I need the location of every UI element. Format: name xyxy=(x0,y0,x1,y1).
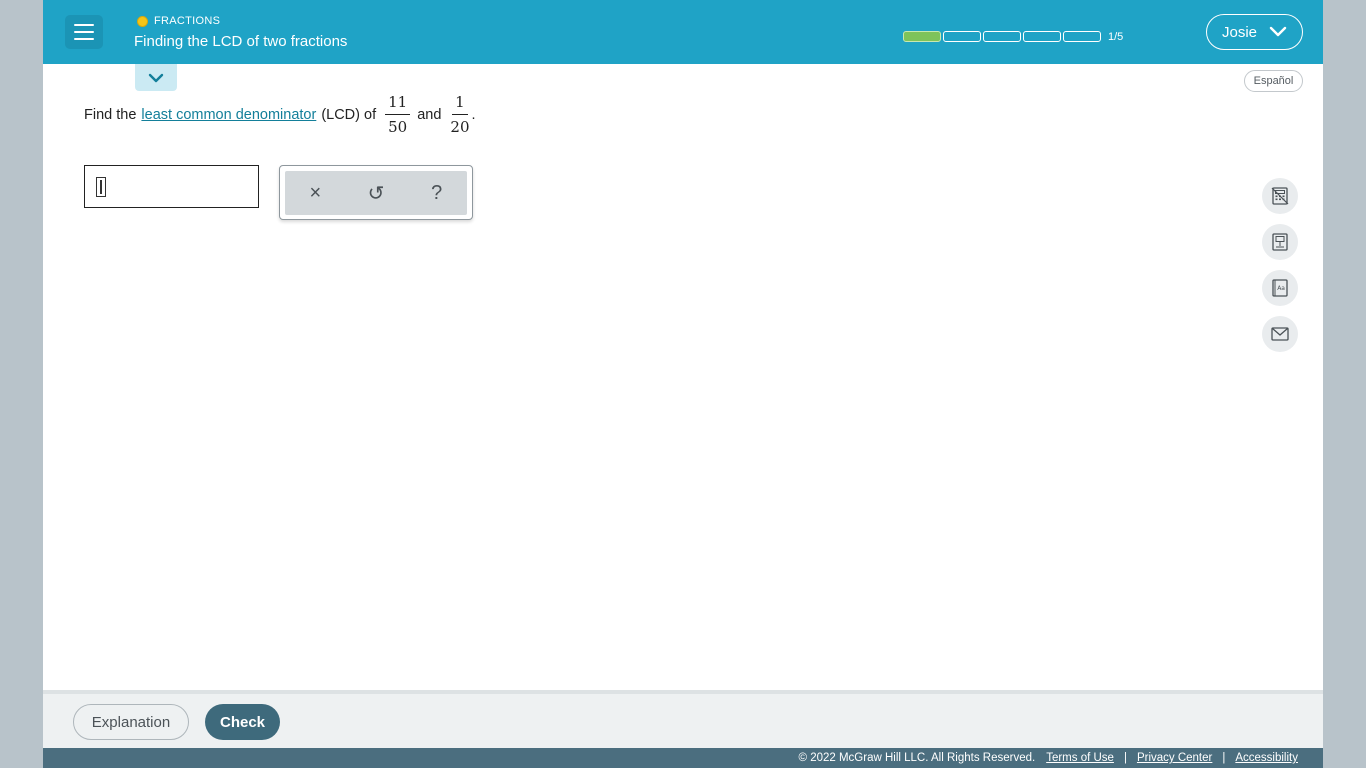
lesson-title: Finding the LCD of two fractions xyxy=(134,33,348,50)
text-cursor xyxy=(96,177,106,197)
answer-input[interactable] xyxy=(84,165,259,208)
topic-status-dot xyxy=(137,15,148,27)
footer: © 2022 McGraw Hill LLC. All Rights Reser… xyxy=(43,748,1323,768)
header-bar: FRACTIONS Finding the LCD of two fractio… xyxy=(43,0,1323,64)
hamburger-icon-line xyxy=(74,24,94,26)
user-name: Josie xyxy=(1221,23,1258,41)
progress-segment xyxy=(1063,31,1101,42)
calculator-icon xyxy=(1271,187,1289,205)
progress-segment xyxy=(903,31,941,42)
fraction-1-denominator: 50 xyxy=(388,118,408,136)
fraction-2: 1 20 xyxy=(450,94,469,135)
answer-tools: × ↺ ? xyxy=(285,171,467,215)
question-middle: (LCD) of xyxy=(321,106,377,123)
topic-label: FRACTIONS xyxy=(154,15,221,27)
question-prefix: Find the xyxy=(84,106,137,123)
hamburger-icon-line xyxy=(74,38,94,40)
question-conjunction: and xyxy=(417,106,442,123)
language-toggle-button[interactable]: Español xyxy=(1244,70,1303,92)
textbook-icon xyxy=(1272,233,1288,251)
accessibility-link[interactable]: Accessibility xyxy=(1235,752,1298,764)
fraction-1: 11 50 xyxy=(385,94,411,136)
progress-label: 1/5 xyxy=(1108,31,1124,43)
dictionary-icon: Aa xyxy=(1272,279,1288,297)
svg-text:Aa: Aa xyxy=(1277,285,1285,292)
privacy-link[interactable]: Privacy Center xyxy=(1137,752,1212,764)
question-prompt: Find the least common denominator (LCD) … xyxy=(84,94,476,135)
clear-button[interactable]: × xyxy=(300,182,330,205)
glossary-link[interactable]: least common denominator xyxy=(141,107,316,123)
terms-link[interactable]: Terms of Use xyxy=(1046,752,1114,764)
chevron-down-icon xyxy=(148,73,164,82)
calculator-button[interactable] xyxy=(1262,178,1298,214)
user-menu-button[interactable]: Josie xyxy=(1206,14,1303,50)
hamburger-icon-line xyxy=(74,31,94,33)
fraction-1-numerator: 11 xyxy=(385,94,411,115)
app-window: FRACTIONS Finding the LCD of two fractio… xyxy=(43,0,1323,768)
copyright-text: © 2022 McGraw Hill LLC. All Rights Reser… xyxy=(798,752,1036,764)
fraction-2-denominator: 20 xyxy=(450,118,470,136)
check-button[interactable]: Check xyxy=(205,704,280,740)
progress-segment xyxy=(943,31,981,42)
bottom-action-bar: Explanation Check xyxy=(43,690,1323,748)
help-button[interactable]: ? xyxy=(422,182,452,205)
dictionary-button[interactable]: Aa xyxy=(1262,270,1298,306)
progress-segment xyxy=(1023,31,1061,42)
answer-tools-panel: × ↺ ? xyxy=(279,165,473,220)
collapse-toggle[interactable] xyxy=(135,64,177,91)
fraction-2-numerator: 1 xyxy=(452,94,468,115)
question-suffix: . xyxy=(471,106,476,123)
topic-row: FRACTIONS xyxy=(137,15,220,27)
progress-bar xyxy=(903,31,1101,42)
chevron-down-icon xyxy=(1269,26,1287,37)
menu-button[interactable] xyxy=(65,15,103,49)
message-icon xyxy=(1271,327,1289,341)
footer-separator: | xyxy=(1222,752,1226,764)
progress-segment xyxy=(983,31,1021,42)
message-button[interactable] xyxy=(1262,316,1298,352)
textbook-button[interactable] xyxy=(1262,224,1298,260)
undo-button[interactable]: ↺ xyxy=(361,181,391,206)
footer-separator: | xyxy=(1123,752,1127,764)
explanation-button[interactable]: Explanation xyxy=(73,704,189,740)
